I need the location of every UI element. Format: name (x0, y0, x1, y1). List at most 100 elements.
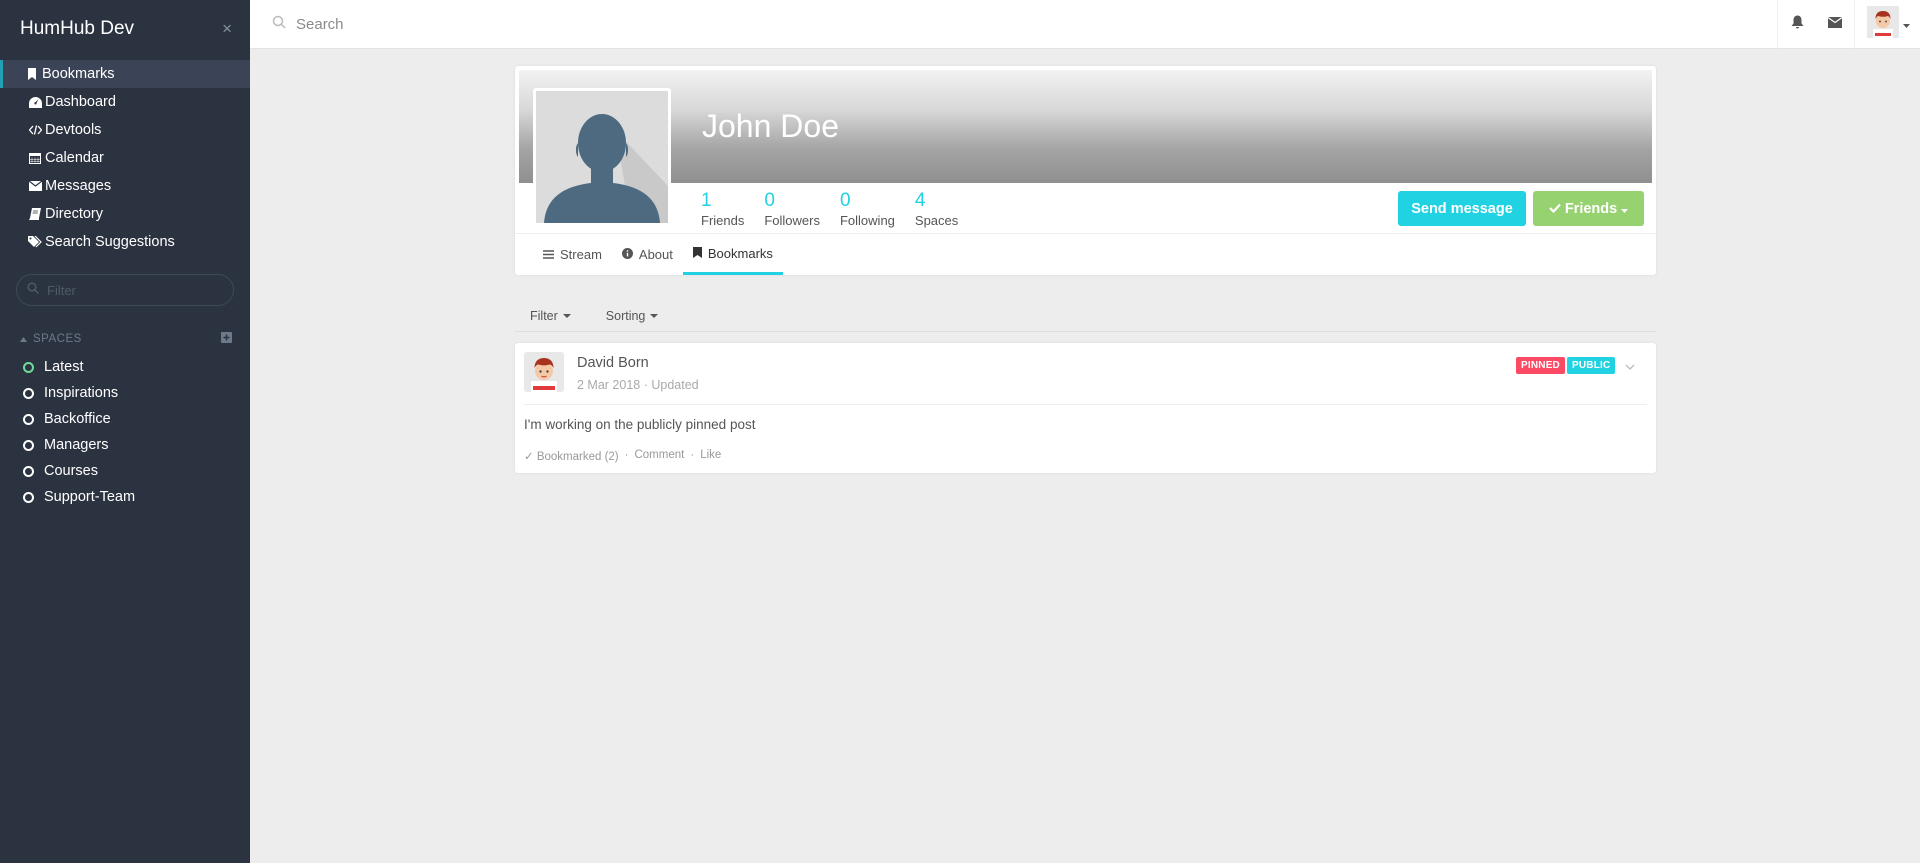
spaces-header: SPACES (20, 332, 232, 346)
post-menu-button[interactable] (1625, 357, 1635, 375)
stat-label: Followers (764, 213, 820, 228)
caret-down-icon (1621, 201, 1629, 217)
book-icon (25, 208, 45, 220)
sidebar-item-calendar[interactable]: Calendar (0, 144, 250, 172)
info-icon (621, 247, 633, 262)
bookmark-icon (692, 246, 702, 261)
profile-image[interactable] (533, 88, 671, 226)
sorting-dropdown[interactable]: Sorting (606, 309, 659, 323)
friends-button-label: Friends (1564, 200, 1618, 217)
stat-value: 0 (764, 190, 775, 211)
avatar (1867, 5, 1899, 43)
envelope-icon (25, 181, 45, 191)
messages-button[interactable] (1816, 0, 1854, 49)
profile-name: John Doe (702, 108, 839, 144)
sidebar-item-bookmarks[interactable]: Bookmarks (0, 60, 250, 88)
tab-label: Bookmarks (707, 245, 773, 261)
profile-banner: John Doe (519, 70, 1652, 183)
stat-spaces[interactable]: 4 Spaces (915, 190, 958, 228)
comment-link[interactable]: Comment (634, 449, 684, 463)
bookmark-link[interactable]: ✓ Bookmarked (2) (524, 449, 619, 463)
sidebar-item-label: Devtools (45, 122, 102, 138)
post-author-link[interactable]: David Born (577, 355, 649, 371)
sidebar-filter (16, 274, 234, 306)
stream-post: David Born 2 Mar 2018 · Updated PINNED P… (515, 343, 1656, 473)
dashboard-icon (25, 96, 45, 108)
separator-dot: · (624, 449, 629, 461)
tab-label: About (638, 246, 673, 262)
separator-dot: · (690, 449, 695, 461)
tab-stream[interactable]: Stream (533, 234, 612, 274)
list-icon (543, 247, 554, 262)
search-icon (272, 15, 286, 34)
tags-icon (25, 236, 45, 248)
space-item-label: Courses (44, 463, 98, 479)
search-icon (27, 281, 40, 299)
sidebar-brand: HumHub Dev × (0, 0, 250, 58)
search-input[interactable] (296, 15, 796, 33)
filter-label: Filter (530, 308, 558, 323)
send-message-button[interactable]: Send message (1398, 191, 1526, 226)
space-item-latest[interactable]: Latest (0, 354, 250, 380)
sidebar-item-messages[interactable]: Messages (0, 172, 250, 200)
user-menu-button[interactable] (1855, 5, 1920, 43)
tab-bookmarks[interactable]: Bookmarks (682, 234, 783, 275)
spaces-toggle[interactable]: SPACES (20, 333, 82, 345)
avatar[interactable] (524, 352, 564, 392)
app-title[interactable]: HumHub Dev (20, 18, 134, 40)
friends-button[interactable]: Friends (1533, 191, 1644, 226)
space-item-courses[interactable]: Courses (0, 458, 250, 484)
space-item-inspirations[interactable]: Inspirations (0, 380, 250, 406)
stat-followers[interactable]: 0 Followers (764, 190, 820, 228)
stream-filter-bar: Filter Sorting (515, 300, 1656, 332)
sidebar-filter-input[interactable] (47, 282, 217, 298)
add-space-icon[interactable] (221, 332, 232, 346)
tab-label: Stream (560, 246, 602, 262)
post-content: I'm working on the publicly pinned post (524, 417, 756, 432)
calendar-icon (25, 152, 45, 164)
space-item-backoffice[interactable]: Backoffice (0, 406, 250, 432)
stat-friends[interactable]: 1 Friends (701, 190, 744, 228)
stat-value: 0 (839, 190, 851, 211)
sidebar-item-dashboard[interactable]: Dashboard (0, 88, 250, 116)
space-item-label: Support-Team (44, 489, 136, 505)
divider (524, 404, 1647, 405)
space-status-icon (23, 361, 34, 373)
filter-dropdown[interactable]: Filter (530, 309, 571, 323)
notifications-button[interactable] (1778, 0, 1816, 49)
stat-label: Spaces (914, 213, 959, 228)
chevron-down-icon (1625, 364, 1635, 370)
space-item-managers[interactable]: Managers (0, 432, 250, 458)
sidebar-item-label: Messages (45, 178, 112, 194)
sidebar-item-devtools[interactable]: Devtools (0, 116, 250, 144)
spaces-list: Latest Inspirations Backoffice Managers … (0, 354, 250, 510)
spaces-label: SPACES (33, 333, 82, 345)
space-status-icon (23, 439, 34, 451)
envelope-icon (1827, 15, 1843, 33)
sidebar-item-search-suggestions[interactable]: Search Suggestions (0, 228, 250, 256)
pinned-badge: PINNED (1516, 357, 1565, 374)
stat-label: Friends (701, 213, 745, 228)
topbar-search (250, 15, 1777, 34)
sidebar-item-directory[interactable]: Directory (0, 200, 250, 228)
bookmark-icon (22, 68, 42, 80)
profile-stats: 1 Friends 0 Followers 0 Following 4 Spac… (701, 190, 978, 228)
bell-icon (1791, 15, 1804, 34)
check-icon (1549, 201, 1561, 217)
post-meta[interactable]: 2 Mar 2018 · Updated (577, 378, 699, 392)
stat-value: 4 (914, 190, 926, 211)
topbar-actions (1777, 0, 1920, 49)
space-item-label: Latest (44, 359, 84, 375)
stat-value: 1 (701, 190, 712, 211)
like-link[interactable]: Like (700, 449, 721, 463)
sorting-label: Sorting (605, 308, 646, 323)
code-icon (25, 125, 45, 135)
stat-following[interactable]: 0 Following (840, 190, 895, 228)
close-icon[interactable]: × (222, 19, 232, 39)
sidebar-item-label: Calendar (45, 150, 104, 166)
space-item-label: Inspirations (44, 385, 119, 401)
space-status-icon (23, 491, 34, 503)
stat-label: Following (839, 213, 895, 228)
space-item-support-team[interactable]: Support-Team (0, 484, 250, 510)
tab-about[interactable]: About (612, 234, 683, 274)
